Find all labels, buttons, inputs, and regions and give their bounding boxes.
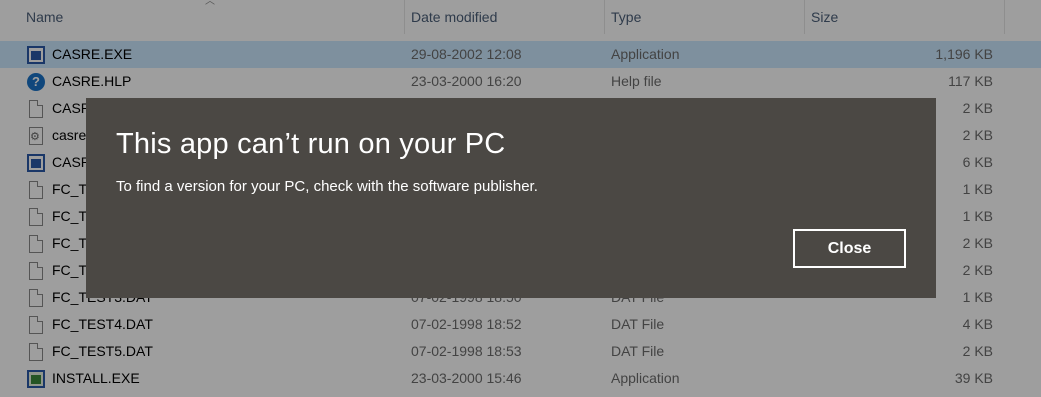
close-button[interactable]: Close	[793, 229, 906, 268]
incompatible-app-dialog: This app can’t run on your PC To find a …	[86, 98, 936, 298]
dialog-message: To find a version for your PC, check wit…	[116, 178, 538, 195]
dialog-title: This app can’t run on your PC	[116, 128, 506, 160]
